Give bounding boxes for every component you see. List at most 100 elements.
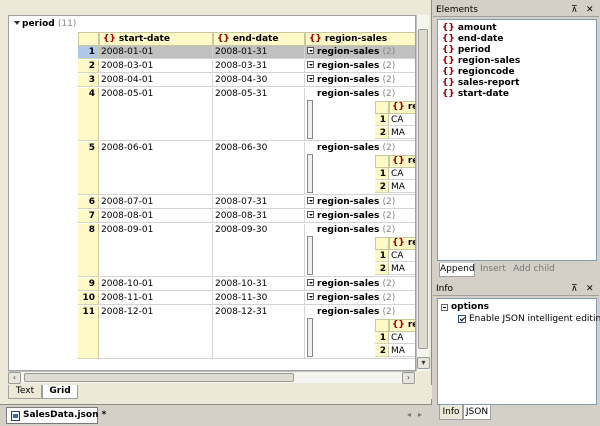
row-number[interactable]: 3 <box>78 74 99 87</box>
nested-column-header[interactable]: {}regio <box>389 155 415 168</box>
tab-info[interactable]: Info <box>439 405 463 420</box>
region-sales-cell[interactable]: region-sales (2) <box>305 46 415 59</box>
row-number[interactable]: 1 <box>78 46 99 59</box>
start-date-cell[interactable]: 2008-08-01 <box>99 210 213 223</box>
nested-scrollbar[interactable] <box>307 100 313 139</box>
row-number[interactable]: 11 <box>78 306 99 359</box>
start-date-cell[interactable]: 2008-06-01 <box>99 142 213 195</box>
collapse-options-icon[interactable] <box>441 304 448 311</box>
element-item-region-sales[interactable]: {} region-sales <box>442 56 520 67</box>
row-number[interactable]: 8 <box>78 224 99 277</box>
scroll-down-button[interactable]: ▾ <box>417 357 430 369</box>
expand-arrow-icon[interactable] <box>307 279 314 286</box>
column-region-sales-header[interactable]: {} region-sales <box>305 32 415 46</box>
end-date-cell[interactable]: 2008-10-31 <box>213 278 305 291</box>
end-date-cell[interactable]: 2008-08-31 <box>213 210 305 223</box>
scroll-right-button[interactable]: › <box>402 372 415 384</box>
start-date-cell[interactable]: 2008-05-01 <box>99 88 213 141</box>
nested-row-number[interactable]: 2 <box>375 263 389 275</box>
tab-scroll-left-icon[interactable]: ◂ <box>407 410 411 419</box>
end-date-cell[interactable]: 2008-12-31 <box>213 306 305 359</box>
vertical-scrollbar[interactable]: ▾ <box>416 15 430 371</box>
expand-arrow-icon[interactable] <box>307 75 314 82</box>
nested-column-header[interactable]: {}regio <box>389 101 415 114</box>
region-sales-cell[interactable]: region-sales (2) <box>305 292 415 305</box>
collapse-caret-icon[interactable] <box>14 21 20 25</box>
expand-arrow-icon[interactable] <box>307 211 314 218</box>
horizontal-scroll-thumb[interactable] <box>24 373 294 382</box>
end-date-cell[interactable]: 2008-04-30 <box>213 74 305 87</box>
start-date-cell[interactable]: 2008-04-01 <box>99 74 213 87</box>
expand-arrow-icon[interactable] <box>307 47 314 54</box>
end-date-cell[interactable]: 2008-05-31 <box>213 88 305 141</box>
nested-row-number[interactable]: 2 <box>375 181 389 193</box>
tab-append[interactable]: Append <box>439 263 475 277</box>
nested-row-number[interactable]: 1 <box>375 168 389 180</box>
element-item-period[interactable]: {} period <box>442 45 491 56</box>
region-code-cell[interactable]: CA <box>389 114 415 126</box>
tab-grid[interactable]: Grid <box>42 385 78 399</box>
nested-scrollbar[interactable] <box>307 236 313 275</box>
nested-scrollbar[interactable] <box>307 318 313 357</box>
tab-text[interactable]: Text <box>8 385 42 399</box>
start-date-cell[interactable]: 2008-07-01 <box>99 196 213 209</box>
tab-insert[interactable]: Insert <box>477 263 509 277</box>
end-date-cell[interactable]: 2008-07-31 <box>213 196 305 209</box>
tab-json[interactable]: JSON <box>463 405 491 420</box>
column-end-date-header[interactable]: {} end-date <box>213 32 305 46</box>
row-number[interactable]: 10 <box>78 292 99 305</box>
end-date-cell[interactable]: 2008-06-30 <box>213 142 305 195</box>
element-item-regioncode[interactable]: {} regioncode <box>442 67 515 78</box>
region-sales-cell[interactable]: region-sales (2) <box>305 60 415 73</box>
region-code-cell[interactable]: MA <box>389 127 415 139</box>
region-sales-cell[interactable]: region-sales (2) <box>305 74 415 87</box>
elements-close-icon[interactable]: ✕ <box>586 3 594 17</box>
expand-arrow-icon[interactable] <box>307 61 314 68</box>
row-number[interactable]: 9 <box>78 278 99 291</box>
nested-row-number[interactable]: 2 <box>375 127 389 139</box>
element-item-end-date[interactable]: {} end-date <box>442 34 503 45</box>
region-sales-cell[interactable]: region-sales (2) <box>305 196 415 209</box>
region-code-cell[interactable]: CA <box>389 250 415 262</box>
element-item-amount[interactable]: {} amount <box>442 23 497 34</box>
nested-row-number[interactable]: 1 <box>375 332 389 344</box>
end-date-cell[interactable]: 2008-09-30 <box>213 224 305 277</box>
root-element-label[interactable]: period (11) <box>22 19 76 29</box>
start-date-cell[interactable]: 2008-01-01 <box>99 46 213 59</box>
nested-scrollbar[interactable] <box>307 154 313 193</box>
info-pin-icon[interactable]: ⊼ <box>571 282 578 296</box>
row-number[interactable]: 6 <box>78 196 99 209</box>
column-start-date-header[interactable]: {} start-date <box>99 32 213 46</box>
tab-scroll-right-icon[interactable]: ▸ <box>418 410 422 419</box>
start-date-cell[interactable]: 2008-12-01 <box>99 306 213 359</box>
expand-arrow-icon[interactable] <box>307 197 314 204</box>
row-number[interactable]: 2 <box>78 60 99 73</box>
region-code-cell[interactable]: MA <box>389 263 415 275</box>
tab-add-child[interactable]: Add child <box>511 263 557 277</box>
end-date-cell[interactable]: 2008-11-30 <box>213 292 305 305</box>
region-code-cell[interactable]: CA <box>389 168 415 180</box>
nested-row-number[interactable]: 1 <box>375 114 389 126</box>
region-code-cell[interactable]: MA <box>389 181 415 193</box>
nested-column-header[interactable]: {}regio <box>389 319 415 332</box>
nested-column-header[interactable]: {}regio <box>389 237 415 250</box>
expand-arrow-icon[interactable] <box>307 293 314 300</box>
document-tab[interactable]: SalesData.json * <box>6 407 106 424</box>
nested-row-number[interactable]: 2 <box>375 345 389 357</box>
info-close-icon[interactable]: ✕ <box>586 282 594 296</box>
row-number[interactable]: 4 <box>78 88 99 141</box>
region-sales-cell[interactable]: region-sales (2) <box>305 210 415 223</box>
start-date-cell[interactable]: 2008-03-01 <box>99 60 213 73</box>
json-editing-checkbox[interactable] <box>458 315 466 323</box>
end-date-cell[interactable]: 2008-01-31 <box>213 46 305 59</box>
scroll-left-button[interactable]: ‹ <box>8 372 21 384</box>
start-date-cell[interactable]: 2008-11-01 <box>99 292 213 305</box>
end-date-cell[interactable]: 2008-03-31 <box>213 60 305 73</box>
horizontal-scrollbar[interactable]: ‹ › <box>8 371 416 384</box>
row-number[interactable]: 5 <box>78 142 99 195</box>
region-sales-cell[interactable]: region-sales (2) <box>305 278 415 291</box>
region-code-cell[interactable]: CA <box>389 332 415 344</box>
start-date-cell[interactable]: 2008-09-01 <box>99 224 213 277</box>
elements-pin-icon[interactable]: ⊼ <box>571 3 578 17</box>
start-date-cell[interactable]: 2008-10-01 <box>99 278 213 291</box>
